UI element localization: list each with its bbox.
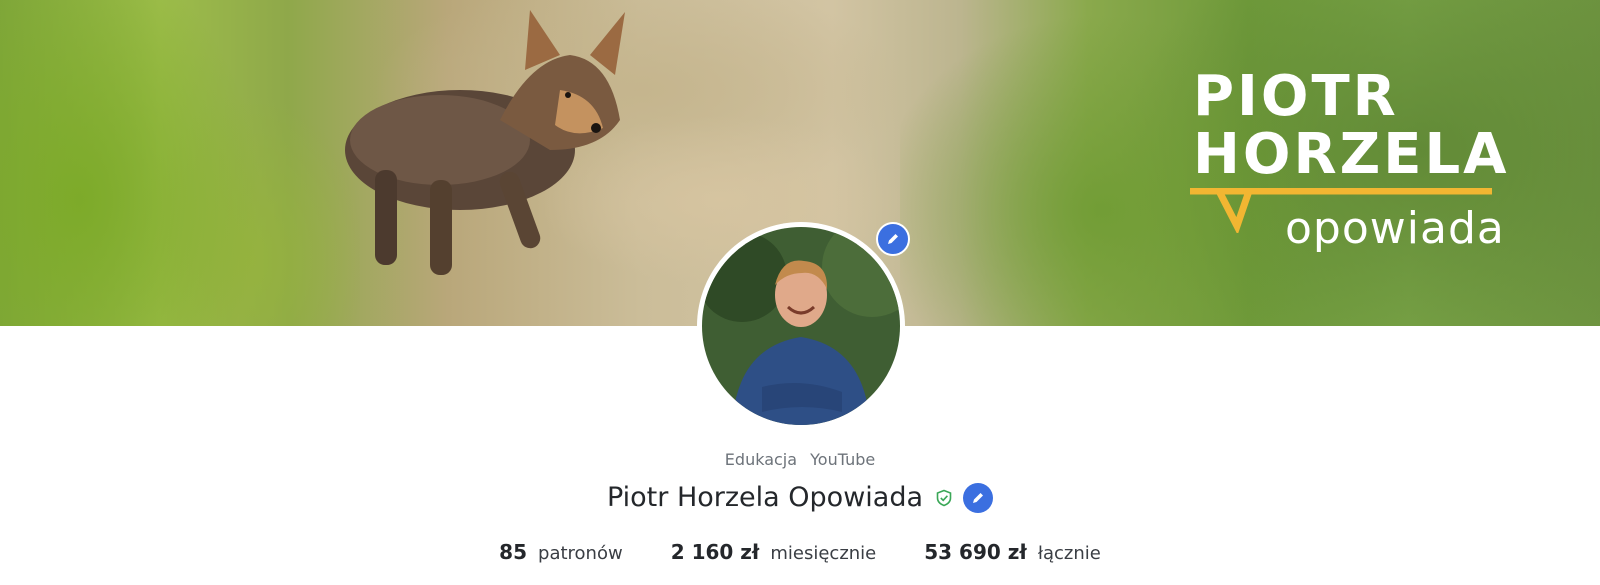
banner-logo: PIOTR HORZELA opowiada	[1190, 64, 1513, 258]
edit-profile-button[interactable]	[963, 482, 994, 513]
stat-label: patronów	[538, 543, 623, 564]
stat-label: łącznie	[1037, 543, 1101, 564]
stat-value: 53 690 zł	[924, 540, 1027, 564]
category-list: Edukacja YouTube	[0, 450, 1600, 469]
grass-left	[0, 0, 360, 326]
fox-image	[345, 10, 625, 275]
logo-line-1: PIOTR	[1193, 64, 1399, 129]
avatar-frame	[697, 222, 905, 430]
profile-title-row: Piotr Horzela Opowiada	[0, 482, 1600, 513]
stat-value: 85	[499, 540, 528, 564]
category-tag[interactable]: Edukacja	[725, 450, 797, 469]
shield-check-icon	[935, 489, 953, 507]
stat-label: miesięcznie	[770, 543, 877, 564]
stat-value: 2 160 zł	[670, 540, 760, 564]
page-title: Piotr Horzela Opowiada	[606, 482, 924, 513]
edit-cover-button[interactable]	[876, 222, 910, 256]
stat-monthly: 2 160 zł miesięcznie	[671, 540, 877, 564]
avatar[interactable]	[702, 227, 900, 425]
logo-subtitle: opowiada	[1285, 203, 1505, 254]
category-tag[interactable]: YouTube	[810, 450, 875, 469]
logo-line-2: HORZELA	[1193, 122, 1510, 187]
pencil-icon	[973, 492, 984, 503]
profile-stats: 85 patronów 2 160 zł miesięcznie 53 690 …	[0, 540, 1600, 564]
pencil-icon	[888, 234, 898, 244]
stat-total: 53 690 zł łącznie	[924, 540, 1101, 564]
stat-patrons: 85 patronów	[499, 540, 623, 564]
